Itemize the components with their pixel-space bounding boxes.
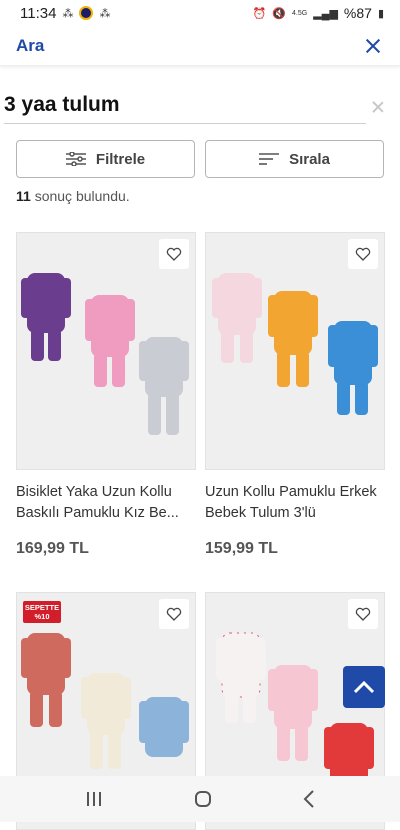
top-bar: Ara	[0, 26, 400, 66]
favorite-button[interactable]	[159, 239, 189, 269]
clear-search-icon[interactable]	[371, 100, 385, 114]
product-card[interactable]: Bisiklet Yaka Uzun Kollu Baskılı Pamuklu…	[16, 232, 196, 558]
result-count: 11 sonuç bulundu.	[16, 188, 130, 204]
status-right: ⏰ 🔇 4.5G ▂▄▆ %87 ▮	[253, 5, 384, 21]
heart-icon	[355, 247, 371, 261]
signal-icon: ▂▄▆	[313, 7, 338, 20]
recent-apps-icon[interactable]	[85, 791, 103, 807]
scroll-to-top-button[interactable]	[343, 666, 385, 708]
footsteps-icon-2: ⁂	[99, 7, 111, 20]
search-input[interactable]	[4, 86, 366, 124]
close-icon[interactable]	[362, 35, 384, 57]
app-notification-icon	[79, 6, 94, 20]
back-icon[interactable]	[303, 790, 315, 808]
home-icon[interactable]	[194, 790, 212, 808]
filter-icon	[65, 152, 86, 166]
mute-icon: 🔇	[272, 7, 286, 20]
alarm-icon: ⏰	[252, 7, 267, 20]
product-image[interactable]	[205, 232, 385, 470]
favorite-button[interactable]	[348, 599, 378, 629]
product-image[interactable]	[16, 232, 196, 470]
heart-icon	[355, 607, 371, 621]
battery-percent: %87	[343, 5, 372, 21]
product-card[interactable]: Uzun Kollu Pamuklu Erkek Bebek Tulum 3'l…	[205, 232, 385, 558]
battery-icon: ▮	[377, 7, 384, 20]
product-price: 159,99 TL	[205, 540, 278, 557]
filter-button[interactable]: Filtrele	[16, 140, 195, 178]
favorite-button[interactable]	[159, 599, 189, 629]
status-time: 11:34	[20, 4, 57, 22]
filter-label: Filtrele	[95, 150, 146, 168]
result-number: 11	[16, 188, 31, 204]
sort-icon	[259, 153, 280, 165]
footsteps-icon: ⁂	[62, 7, 74, 20]
sort-button[interactable]: Sırala	[205, 140, 384, 178]
sort-label: Sırala	[289, 150, 330, 168]
network-type: 4.5G	[292, 9, 308, 17]
heart-icon	[166, 607, 182, 621]
status-bar: 11:34 ⁂ ⁂ ⏰ 🔇 4.5G ▂▄▆ %87 ▮	[0, 0, 400, 26]
product-title[interactable]: Bisiklet Yaka Uzun Kollu Baskılı Pamuklu…	[16, 482, 196, 526]
product-title[interactable]: Uzun Kollu Pamuklu Erkek Bebek Tulum 3'l…	[205, 482, 385, 526]
search-row	[0, 86, 400, 130]
favorite-button[interactable]	[348, 239, 378, 269]
result-suffix: sonuç bulundu.	[34, 188, 130, 204]
chevron-up-icon	[353, 680, 375, 694]
promo-badge: SEPETTE %10	[23, 601, 61, 623]
heart-icon	[166, 247, 182, 261]
system-nav-bar	[0, 776, 400, 822]
status-left: 11:34 ⁂ ⁂	[20, 5, 110, 22]
page-title: Ara	[16, 35, 45, 55]
product-price: 169,99 TL	[16, 540, 89, 557]
